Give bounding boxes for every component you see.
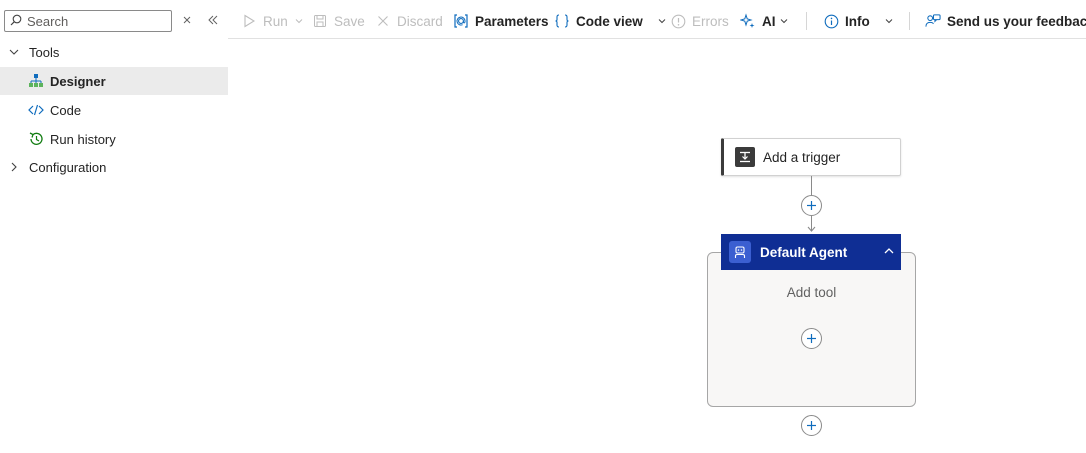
search-icon [10, 14, 22, 29]
arrow-down-icon [807, 226, 816, 232]
insert-step-button[interactable] [801, 415, 822, 436]
play-icon [241, 13, 257, 29]
agent-title: Default Agent [760, 244, 848, 260]
plus-icon [807, 334, 816, 343]
code-icon [28, 102, 44, 118]
tree-item-label: Code [50, 102, 82, 118]
sidebar: Tools Designer Code Run history Configur… [0, 0, 228, 453]
chevron-down-icon[interactable] [657, 16, 667, 26]
feedback-label: Send us your feedback [947, 13, 1086, 29]
parameters-label: Parameters [475, 13, 549, 29]
tree-group-label: Tools [29, 44, 60, 60]
run-label: Run [263, 13, 288, 29]
parameters-icon [453, 13, 469, 29]
tree-item-label: Run history [50, 131, 116, 147]
chevron-down-icon[interactable] [884, 16, 894, 26]
info-label: Info [845, 13, 870, 29]
double-chevron-left-icon [208, 15, 218, 25]
errors-label: Errors [692, 13, 729, 29]
tree-item-designer[interactable]: Designer [0, 67, 228, 95]
toolbar: Run Save Discard Parameters Code view Er… [228, 0, 1086, 39]
discard-label: Discard [397, 13, 443, 29]
search-box[interactable] [4, 10, 172, 32]
default-agent-card[interactable]: Default Agent [721, 234, 901, 270]
code-view-label: Code view [576, 13, 643, 29]
trigger-label: Add a trigger [763, 149, 841, 165]
tree-item-run-history[interactable]: Run history [0, 125, 228, 153]
parameters-button[interactable]: Parameters [453, 10, 549, 32]
error-circle-icon [670, 13, 686, 29]
braces-icon [554, 13, 570, 29]
ai-label: AI [762, 13, 776, 29]
run-button[interactable]: Run [241, 10, 304, 32]
toolbar-divider [806, 12, 807, 30]
agent-icon [729, 241, 751, 263]
close-icon [375, 13, 391, 29]
tree-group-label: Configuration [29, 159, 107, 175]
tree-group-configuration[interactable]: Configuration [0, 153, 228, 181]
plus-icon [807, 201, 816, 210]
chevron-down-icon [779, 16, 789, 26]
sparkle-icon [740, 13, 756, 29]
plus-icon [807, 421, 816, 430]
errors-button[interactable]: Errors [670, 10, 729, 32]
info-icon [823, 13, 839, 29]
connector-line [811, 176, 812, 195]
chevron-down-icon [8, 46, 20, 58]
collapse-button[interactable] [882, 244, 896, 258]
add-tool-button[interactable] [801, 328, 822, 349]
search-input[interactable] [27, 13, 167, 29]
toolbar-divider [909, 12, 910, 30]
save-label: Save [334, 13, 365, 29]
discard-button[interactable]: Discard [375, 10, 443, 32]
feedback-button[interactable]: Send us your feedback [925, 10, 1086, 32]
collapse-sidebar-button[interactable] [205, 12, 221, 28]
save-button[interactable]: Save [312, 10, 365, 32]
add-tool-label: Add tool [786, 285, 837, 300]
tree-item-code[interactable]: Code [0, 96, 228, 124]
tree-item-label: Designer [50, 73, 106, 89]
clear-icon [183, 16, 191, 24]
clear-search-button[interactable] [179, 12, 195, 28]
run-history-icon [28, 131, 44, 147]
tree-group-tools[interactable]: Tools [0, 38, 228, 66]
save-icon [312, 13, 328, 29]
trigger-icon [735, 147, 755, 167]
designer-icon [28, 73, 44, 89]
chevron-up-icon [884, 248, 894, 254]
info-button[interactable]: Info [823, 10, 894, 32]
add-trigger-card[interactable]: Add a trigger [721, 138, 901, 176]
code-view-button[interactable]: Code view [554, 10, 667, 32]
chevron-right-icon [8, 161, 20, 173]
ai-button[interactable]: AI [740, 10, 789, 32]
insert-step-button[interactable] [801, 195, 822, 216]
feedback-person-icon [925, 13, 941, 29]
designer-canvas[interactable]: Add a trigger Default Agent Add tool [228, 40, 1086, 453]
chevron-down-icon [294, 16, 304, 26]
